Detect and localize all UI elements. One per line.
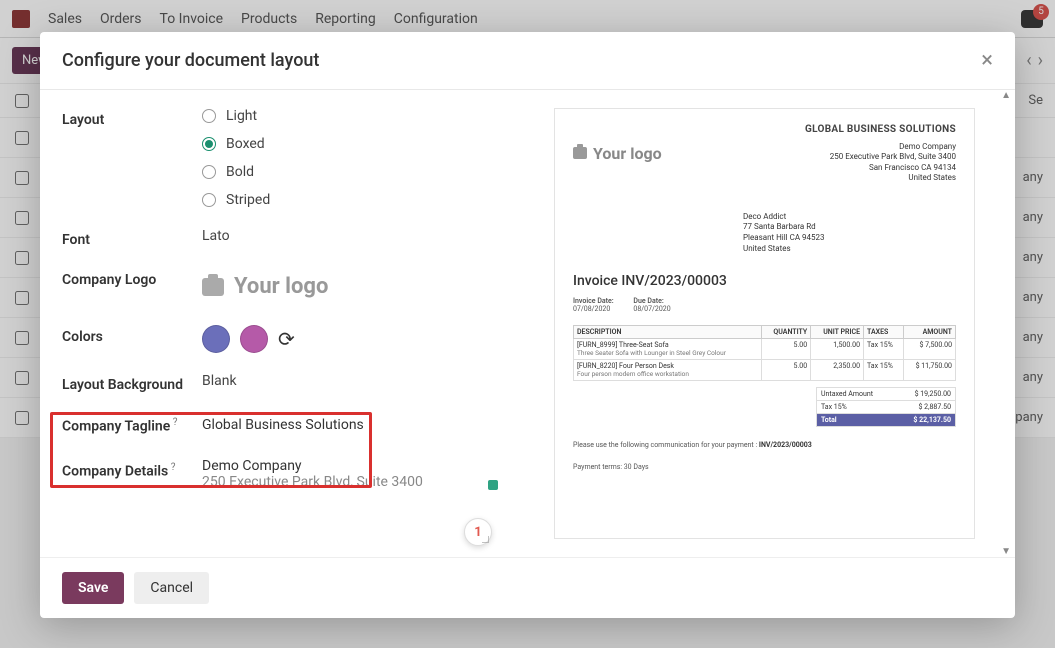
preview-invoice-title: Invoice INV/2023/00003	[573, 273, 956, 289]
layout-option-striped[interactable]: Striped	[202, 192, 530, 208]
preview-bill-to: Deco Addict 77 Santa Barbara Rd Pleasant…	[743, 212, 956, 255]
preview-tagline: GLOBAL BUSINESS SOLUTIONS	[805, 123, 956, 136]
scroll-down-icon[interactable]: ▼	[1001, 546, 1011, 557]
preview-totals: Untaxed Amount$ 19,250.00 Tax 15%$ 2,887…	[816, 387, 956, 427]
refresh-colors-icon[interactable]: ⟳	[278, 327, 295, 351]
label-colors: Colors	[62, 325, 202, 345]
preview-company-addr: 250 Executive Park Blvd, Suite 3400	[805, 152, 956, 162]
label-company-details: Company Details ?	[62, 458, 202, 480]
cursor-indicator	[488, 480, 498, 490]
layout-option-bold[interactable]: Bold	[202, 164, 530, 180]
cancel-button[interactable]: Cancel	[134, 572, 209, 604]
form-pane: Layout Light Boxed Bold Striped Font Lat…	[40, 90, 530, 557]
label-layout: Layout	[62, 108, 202, 128]
label-company-logo: Company Logo	[62, 268, 202, 288]
secondary-color-swatch[interactable]	[240, 325, 268, 353]
company-details-line1[interactable]: Demo Company	[202, 458, 530, 474]
modal-footer: Save Cancel	[40, 557, 1015, 618]
logo-upload[interactable]: Your logo	[202, 268, 530, 305]
scroll-up-icon[interactable]: ▲	[1001, 90, 1011, 101]
label-font: Font	[62, 228, 202, 248]
camera-icon	[573, 147, 587, 159]
document-preview: Your logo GLOBAL BUSINESS SOLUTIONS Demo…	[554, 108, 975, 539]
primary-color-swatch[interactable]	[202, 325, 230, 353]
layout-background-select[interactable]: Blank	[202, 373, 530, 389]
layout-option-boxed[interactable]: Boxed	[202, 136, 530, 152]
layout-option-light[interactable]: Light	[202, 108, 530, 124]
preview-company-country: United States	[805, 173, 956, 183]
preview-payment-note: Please use the following communication f…	[573, 441, 956, 449]
preview-company-addr: San Francisco CA 94134	[805, 163, 956, 173]
preview-lines-table: DESCRIPTION QUANTITY UNIT PRICE TAXES AM…	[573, 325, 956, 381]
preview-payment-terms: Payment terms: 30 Days	[573, 463, 956, 471]
label-layout-background: Layout Background	[62, 373, 202, 393]
notification-badge[interactable]: 1	[464, 518, 492, 546]
font-select[interactable]: Lato	[202, 228, 530, 244]
label-company-tagline: Company Tagline ?	[62, 413, 202, 435]
preview-company-name: Demo Company	[805, 142, 956, 152]
close-icon[interactable]: ×	[981, 48, 993, 73]
document-layout-modal: Configure your document layout × ▲ ▼ Lay…	[40, 32, 1015, 618]
modal-title: Configure your document layout	[62, 50, 319, 71]
modal-header: Configure your document layout ×	[40, 32, 1015, 90]
help-icon[interactable]: ?	[170, 417, 177, 428]
camera-icon	[202, 278, 224, 296]
help-icon[interactable]: ?	[168, 462, 175, 473]
company-tagline-input[interactable]	[202, 413, 482, 438]
preview-pane: Your logo GLOBAL BUSINESS SOLUTIONS Demo…	[530, 90, 1015, 557]
preview-logo-placeholder: Your logo	[573, 123, 662, 184]
company-details-line2[interactable]: 250 Executive Park Blvd, Suite 3400	[202, 474, 530, 490]
save-button[interactable]: Save	[62, 572, 124, 604]
